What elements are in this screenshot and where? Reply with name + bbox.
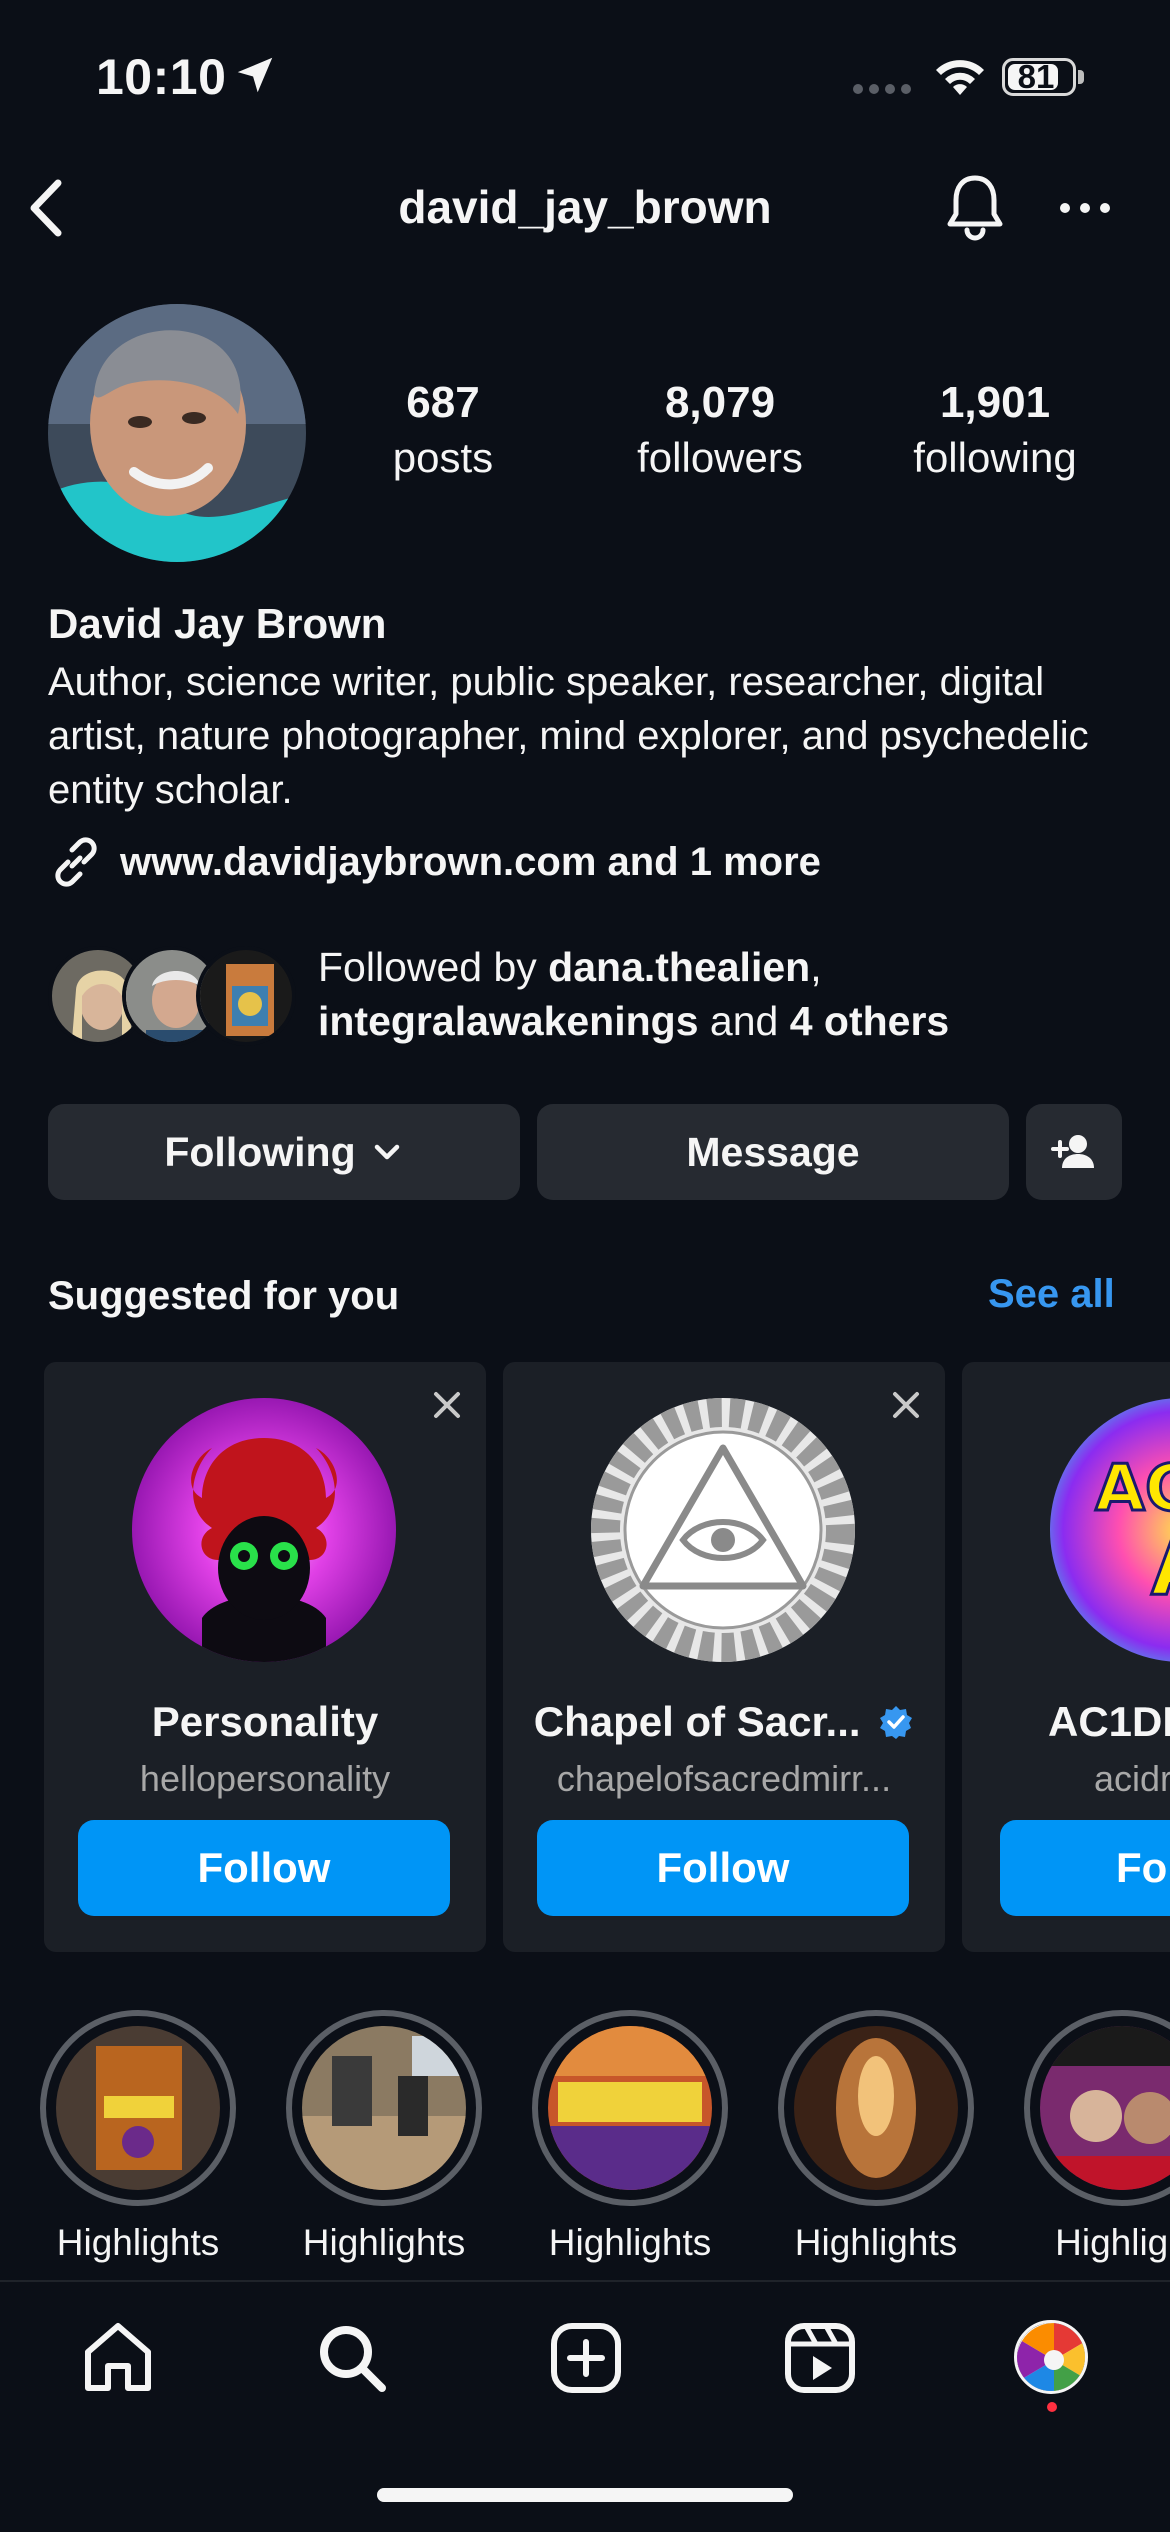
close-icon[interactable] <box>889 1388 923 1422</box>
suggested-name[interactable]: Chapel of Sacr... <box>503 1698 945 1746</box>
highlight-cover <box>302 2026 466 2190</box>
mutual-user-1: dana.thealien <box>548 944 811 990</box>
verified-icon <box>880 1706 913 1739</box>
svg-text:A: A <box>1151 1520 1170 1613</box>
reels-icon[interactable] <box>780 2318 860 2398</box>
suggested-handle: acidr <box>1094 1758 1170 1799</box>
suggested-name[interactable]: AC1DM <box>1048 1698 1170 1746</box>
suggested-avatar[interactable]: ACID A <box>1050 1398 1170 1662</box>
message-button[interactable]: Message <box>537 1104 1009 1200</box>
message-label: Message <box>686 1128 860 1175</box>
bio-link[interactable]: www.davidjaybrown.com and 1 more <box>48 834 821 890</box>
bell-icon[interactable] <box>944 172 1006 242</box>
home-icon[interactable] <box>78 2318 158 2398</box>
more-icon[interactable] <box>1058 198 1112 218</box>
mutual-user-2: integralawakenings <box>318 998 699 1044</box>
suggested-handle: chapelofsacredmirr... <box>556 1758 892 1799</box>
follow-button[interactable]: Follow <box>78 1820 450 1916</box>
followed-by-text[interactable]: Followed by dana.thealien, integralawaken… <box>318 940 1138 1048</box>
wifi-icon <box>936 60 984 95</box>
profile-tab-avatar[interactable] <box>1014 2320 1088 2394</box>
link-icon <box>55 837 97 887</box>
add-person-button[interactable] <box>1026 1104 1122 1200</box>
highlight-label: Highlights <box>56 2222 220 2263</box>
suggested-name[interactable]: Personality <box>44 1698 486 1746</box>
suggested-card[interactable]: ACID A AC1DM acidr Fo <box>962 1362 1170 1952</box>
stat-followers[interactable]: 8,079 followers <box>610 378 830 482</box>
followed-by-prefix: Followed by <box>318 944 549 990</box>
status-time: 10:10 <box>96 49 227 105</box>
see-all-link[interactable]: See all <box>988 1272 1115 1317</box>
stat-following-count: 1,901 <box>939 378 1051 427</box>
suggested-handle: hellopersonality <box>139 1758 391 1799</box>
mutual-others: 4 others <box>789 998 950 1044</box>
followed-by-mid: and <box>698 998 790 1044</box>
display-name: David Jay Brown <box>48 600 387 647</box>
mutual-avatar <box>196 946 296 1046</box>
notification-dot <box>1047 2402 1057 2412</box>
highlight-label: Highlights <box>794 2222 958 2263</box>
close-icon[interactable] <box>430 1388 464 1422</box>
location-arrow-icon <box>237 57 273 93</box>
mutual-followers-avatars[interactable] <box>48 946 298 1046</box>
highlight-cover <box>548 2026 712 2190</box>
battery-level: 81 <box>1017 58 1055 95</box>
following-label: Following <box>164 1128 356 1175</box>
follow-button[interactable]: Follow <box>537 1820 909 1916</box>
stat-following-label: following <box>913 434 1077 481</box>
suggested-title: Suggested for you <box>48 1274 400 1318</box>
highlight-label: Highlights <box>548 2222 712 2263</box>
followed-by-sep: , <box>810 944 822 990</box>
stat-followers-label: followers <box>637 434 803 481</box>
cellular-signal-icon <box>853 84 911 94</box>
suggested-name-text: Chapel of Sacr... <box>533 1698 861 1745</box>
suggested-card[interactable]: Personality hellopersonality Follow <box>44 1362 486 1952</box>
chevron-down-icon <box>374 1144 399 1160</box>
bio-text: Author, science writer, public speaker, … <box>48 660 1089 812</box>
add-person-icon <box>1051 1135 1094 1168</box>
suggested-avatar[interactable] <box>591 1398 855 1662</box>
suggested-card[interactable]: Chapel of Sacr... chapelofsacredmirr... … <box>503 1362 945 1952</box>
stat-followers-count: 8,079 <box>664 378 776 427</box>
svg-text:ACID: ACID <box>1095 1452 1170 1526</box>
home-indicator <box>377 2488 793 2502</box>
stat-posts-label: posts <box>392 434 494 481</box>
highlight-label: Highligh <box>1055 2222 1170 2263</box>
follow-button[interactable]: Fo <box>1000 1820 1170 1916</box>
link-text: www.davidjaybrown.com and 1 more <box>120 839 821 884</box>
search-icon[interactable] <box>312 2318 392 2398</box>
following-button[interactable]: Following <box>48 1104 520 1200</box>
highlight-cover <box>56 2026 220 2190</box>
suggested-avatar[interactable] <box>132 1398 396 1662</box>
create-icon[interactable] <box>546 2318 626 2398</box>
stat-posts-count: 687 <box>406 378 480 427</box>
profile-avatar[interactable] <box>48 304 306 562</box>
battery-cap <box>1078 70 1084 84</box>
stat-following[interactable]: 1,901 following <box>885 378 1105 482</box>
stat-posts[interactable]: 687 posts <box>333 378 553 482</box>
highlight-label: Highlights <box>302 2222 466 2263</box>
highlight-cover <box>794 2026 958 2190</box>
battery-indicator: 81 <box>1002 54 1086 100</box>
profile-photo <box>48 304 306 562</box>
